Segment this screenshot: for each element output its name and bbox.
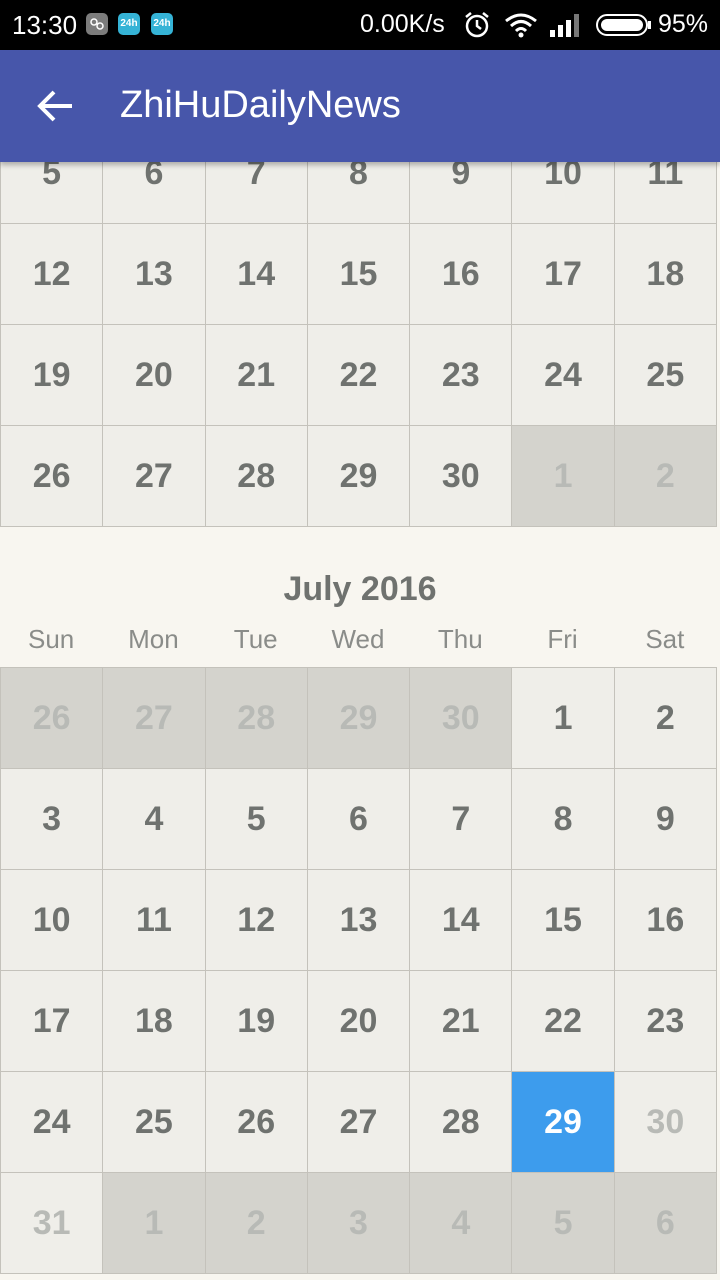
day-cell[interactable]: 2: [614, 668, 717, 769]
day-cell[interactable]: 29: [307, 426, 411, 527]
day-cell[interactable]: 9: [614, 769, 717, 870]
weekday-label: Wed: [331, 624, 385, 654]
weekday-label: Thu: [437, 624, 483, 654]
day-cell[interactable]: 10: [1, 870, 104, 971]
day-cell[interactable]: 25: [103, 1072, 206, 1173]
day-cell[interactable]: 15: [307, 224, 411, 325]
weekday-header: Sun Mon Tue Wed Thu Fri Sat: [0, 624, 716, 655]
day-cell[interactable]: 1: [512, 668, 615, 769]
day-cell[interactable]: 24: [512, 325, 615, 426]
day-cell[interactable]: 3: [307, 1173, 411, 1274]
day-cell[interactable]: 4: [410, 1173, 513, 1274]
status-time: 13:30: [12, 10, 78, 40]
day-cell[interactable]: 16: [410, 224, 513, 325]
signal-icon: [548, 12, 584, 43]
day-cell[interactable]: 2: [614, 426, 717, 527]
day-cell[interactable]: 11: [614, 162, 717, 224]
day-cell[interactable]: 21: [205, 325, 308, 426]
battery-percent: 95%: [658, 10, 709, 38]
day-cell[interactable]: 6: [103, 162, 206, 224]
day-cell[interactable]: 10: [512, 162, 615, 224]
day-cell[interactable]: 12: [205, 870, 308, 971]
weekday-label: Sat: [645, 624, 685, 654]
day-cell[interactable]: 17: [512, 224, 615, 325]
day-cell[interactable]: 5: [205, 769, 308, 870]
day-cell[interactable]: 23: [410, 325, 513, 426]
day-cell[interactable]: 15: [512, 870, 615, 971]
day-cell[interactable]: 5: [512, 1173, 615, 1274]
day-cell[interactable]: 9: [410, 162, 513, 224]
day-cell[interactable]: 24: [1, 1072, 104, 1173]
day-cell[interactable]: 16: [614, 870, 717, 971]
day-cell[interactable]: 1: [103, 1173, 206, 1274]
day-cell[interactable]: 14: [205, 224, 308, 325]
day-cell[interactable]: 27: [103, 426, 206, 527]
day-cell[interactable]: 3: [1, 769, 104, 870]
android-icon: [86, 13, 108, 35]
day-cell[interactable]: 2: [205, 1173, 308, 1274]
wifi-icon: [504, 12, 538, 43]
battery-icon: [596, 14, 652, 41]
day-cell[interactable]: 5: [1, 162, 104, 224]
day-cell[interactable]: 30: [410, 426, 513, 527]
day-cell[interactable]: 28: [205, 426, 308, 527]
day-cell[interactable]: 6: [307, 769, 411, 870]
day-cell[interactable]: 28: [410, 1072, 513, 1173]
day-cell[interactable]: 26: [1, 668, 104, 769]
weekday-label: Sun: [28, 624, 75, 654]
day-cell[interactable]: 6: [614, 1173, 717, 1274]
day-cell[interactable]: 27: [103, 668, 206, 769]
day-cell[interactable]: 19: [1, 325, 104, 426]
month-title: July 2016: [283, 570, 437, 608]
day-cell[interactable]: 12: [1, 224, 104, 325]
24h-icon: 24h: [151, 13, 173, 35]
day-cell[interactable]: 31: [1, 1173, 104, 1274]
day-cell[interactable]: 25: [614, 325, 717, 426]
status-bar: 13:30 24h 24h 0.00K/s 95%: [0, 0, 720, 50]
day-cell[interactable]: 4: [103, 769, 206, 870]
weekday-label: Mon: [128, 624, 179, 654]
day-cell[interactable]: 1: [512, 426, 615, 527]
calendar-scroll[interactable]: 5 6 7 8 9 10 11 12 13 14 15 16 17 18 19 20 21 22 23 24 25 26 2…: [0, 162, 720, 1280]
day-cell[interactable]: 21: [410, 971, 513, 1072]
day-cell[interactable]: 13: [307, 870, 411, 971]
day-cell[interactable]: 28: [205, 668, 308, 769]
day-cell[interactable]: 17: [1, 971, 104, 1072]
day-cell[interactable]: 8: [307, 162, 411, 224]
weekday-label: Fri: [547, 624, 578, 654]
day-cell[interactable]: 7: [205, 162, 308, 224]
day-cell[interactable]: 29: [307, 668, 411, 769]
day-cell[interactable]: 27: [307, 1072, 411, 1173]
back-arrow-icon[interactable]: [34, 86, 76, 126]
network-speed: 0.00K/s: [360, 10, 445, 38]
day-cell[interactable]: 23: [614, 971, 717, 1072]
day-cell[interactable]: 22: [307, 325, 411, 426]
day-cell[interactable]: 26: [205, 1072, 308, 1173]
day-cell[interactable]: 11: [103, 870, 206, 971]
day-cell[interactable]: 30: [614, 1072, 717, 1173]
day-cell[interactable]: 20: [103, 325, 206, 426]
alarm-icon: [462, 10, 492, 45]
day-cell[interactable]: 13: [103, 224, 206, 325]
day-cell[interactable]: 18: [103, 971, 206, 1072]
month-grid: 26 27 28 29 30 1 2 3 4 5 6 7 8 9 10 11 12 13 14 15 16 17 18 19 2…: [0, 667, 717, 1274]
day-cell[interactable]: 22: [512, 971, 615, 1072]
day-cell[interactable]: 30: [410, 668, 513, 769]
day-cell-selected[interactable]: 29: [512, 1072, 615, 1173]
weekday-label: Tue: [233, 624, 278, 654]
24h-icon: 24h: [118, 13, 140, 35]
day-cell[interactable]: 18: [614, 224, 717, 325]
day-cell[interactable]: 19: [205, 971, 308, 1072]
day-cell[interactable]: 14: [410, 870, 513, 971]
day-cell[interactable]: 8: [512, 769, 615, 870]
day-cell[interactable]: 26: [1, 426, 104, 527]
day-cell[interactable]: 20: [307, 971, 411, 1072]
day-cell[interactable]: 7: [410, 769, 513, 870]
app-bar: ZhiHuDailyNews: [0, 50, 720, 162]
previous-month-grid: 5 6 7 8 9 10 11 12 13 14 15 16 17 18 19 20 21 22 23 24 25 26 2…: [0, 162, 717, 527]
app-title: ZhiHuDailyNews: [120, 84, 401, 126]
